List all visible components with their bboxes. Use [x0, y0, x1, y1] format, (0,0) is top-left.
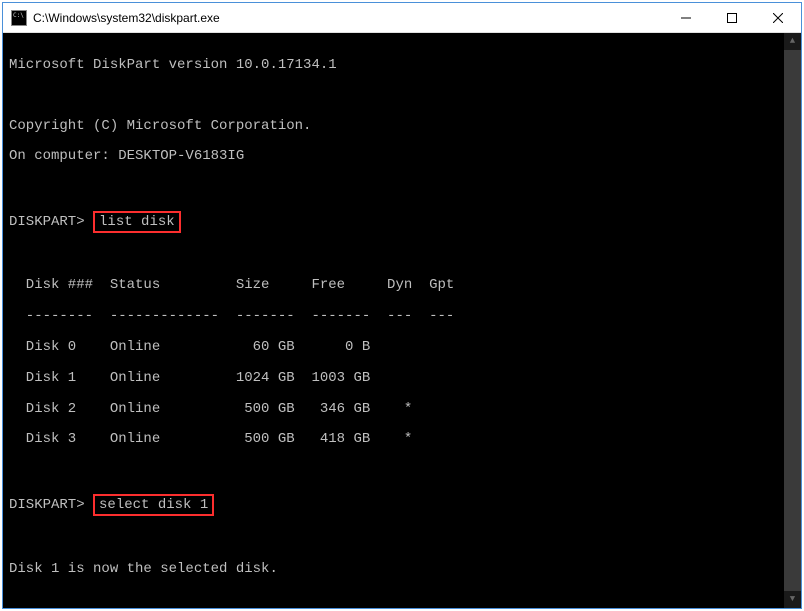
table-divider: -------- ------------- ------- ------- -… [9, 309, 795, 324]
prompt-line: DISKPART> list disk [9, 210, 795, 234]
table-row: Disk 2 Online 500 GB 346 GB * [9, 402, 795, 417]
table-row: Disk 1 Online 1024 GB 1003 GB [9, 371, 795, 386]
output-line: Disk 1 is now the selected disk. [9, 562, 795, 577]
scroll-down-icon[interactable]: ▼ [784, 591, 801, 608]
table-header: Disk ### Status Size Free Dyn Gpt [9, 278, 795, 293]
output-line: Microsoft DiskPart version 10.0.17134.1 [9, 58, 795, 73]
close-button[interactable] [755, 3, 801, 32]
titlebar[interactable]: C:\Windows\system32\diskpart.exe [3, 3, 801, 33]
minimize-button[interactable] [663, 3, 709, 32]
output-line: Copyright (C) Microsoft Corporation. [9, 119, 795, 134]
table-row: Disk 0 Online 60 GB 0 B [9, 340, 795, 355]
diskpart-window: C:\Windows\system32\diskpart.exe Microso… [2, 2, 802, 609]
cmd-list-disk: list disk [93, 211, 181, 233]
window-controls [663, 3, 801, 32]
prompt: DISKPART> [9, 214, 85, 230]
cmd-select-disk: select disk 1 [93, 494, 214, 516]
prompt: DISKPART> [9, 497, 85, 513]
scrollbar-thumb[interactable] [784, 50, 801, 591]
scrollbar[interactable]: ▲ ▼ [784, 33, 801, 608]
terminal-output[interactable]: Microsoft DiskPart version 10.0.17134.1 … [3, 33, 801, 608]
cmd-icon [11, 10, 27, 26]
output-line: On computer: DESKTOP-V6183IG [9, 149, 795, 164]
scroll-up-icon[interactable]: ▲ [784, 33, 801, 50]
maximize-button[interactable] [709, 3, 755, 32]
table-row: Disk 3 Online 500 GB 418 GB * [9, 432, 795, 447]
prompt-line: DISKPART> select disk 1 [9, 493, 795, 517]
window-title: C:\Windows\system32\diskpart.exe [33, 11, 663, 25]
